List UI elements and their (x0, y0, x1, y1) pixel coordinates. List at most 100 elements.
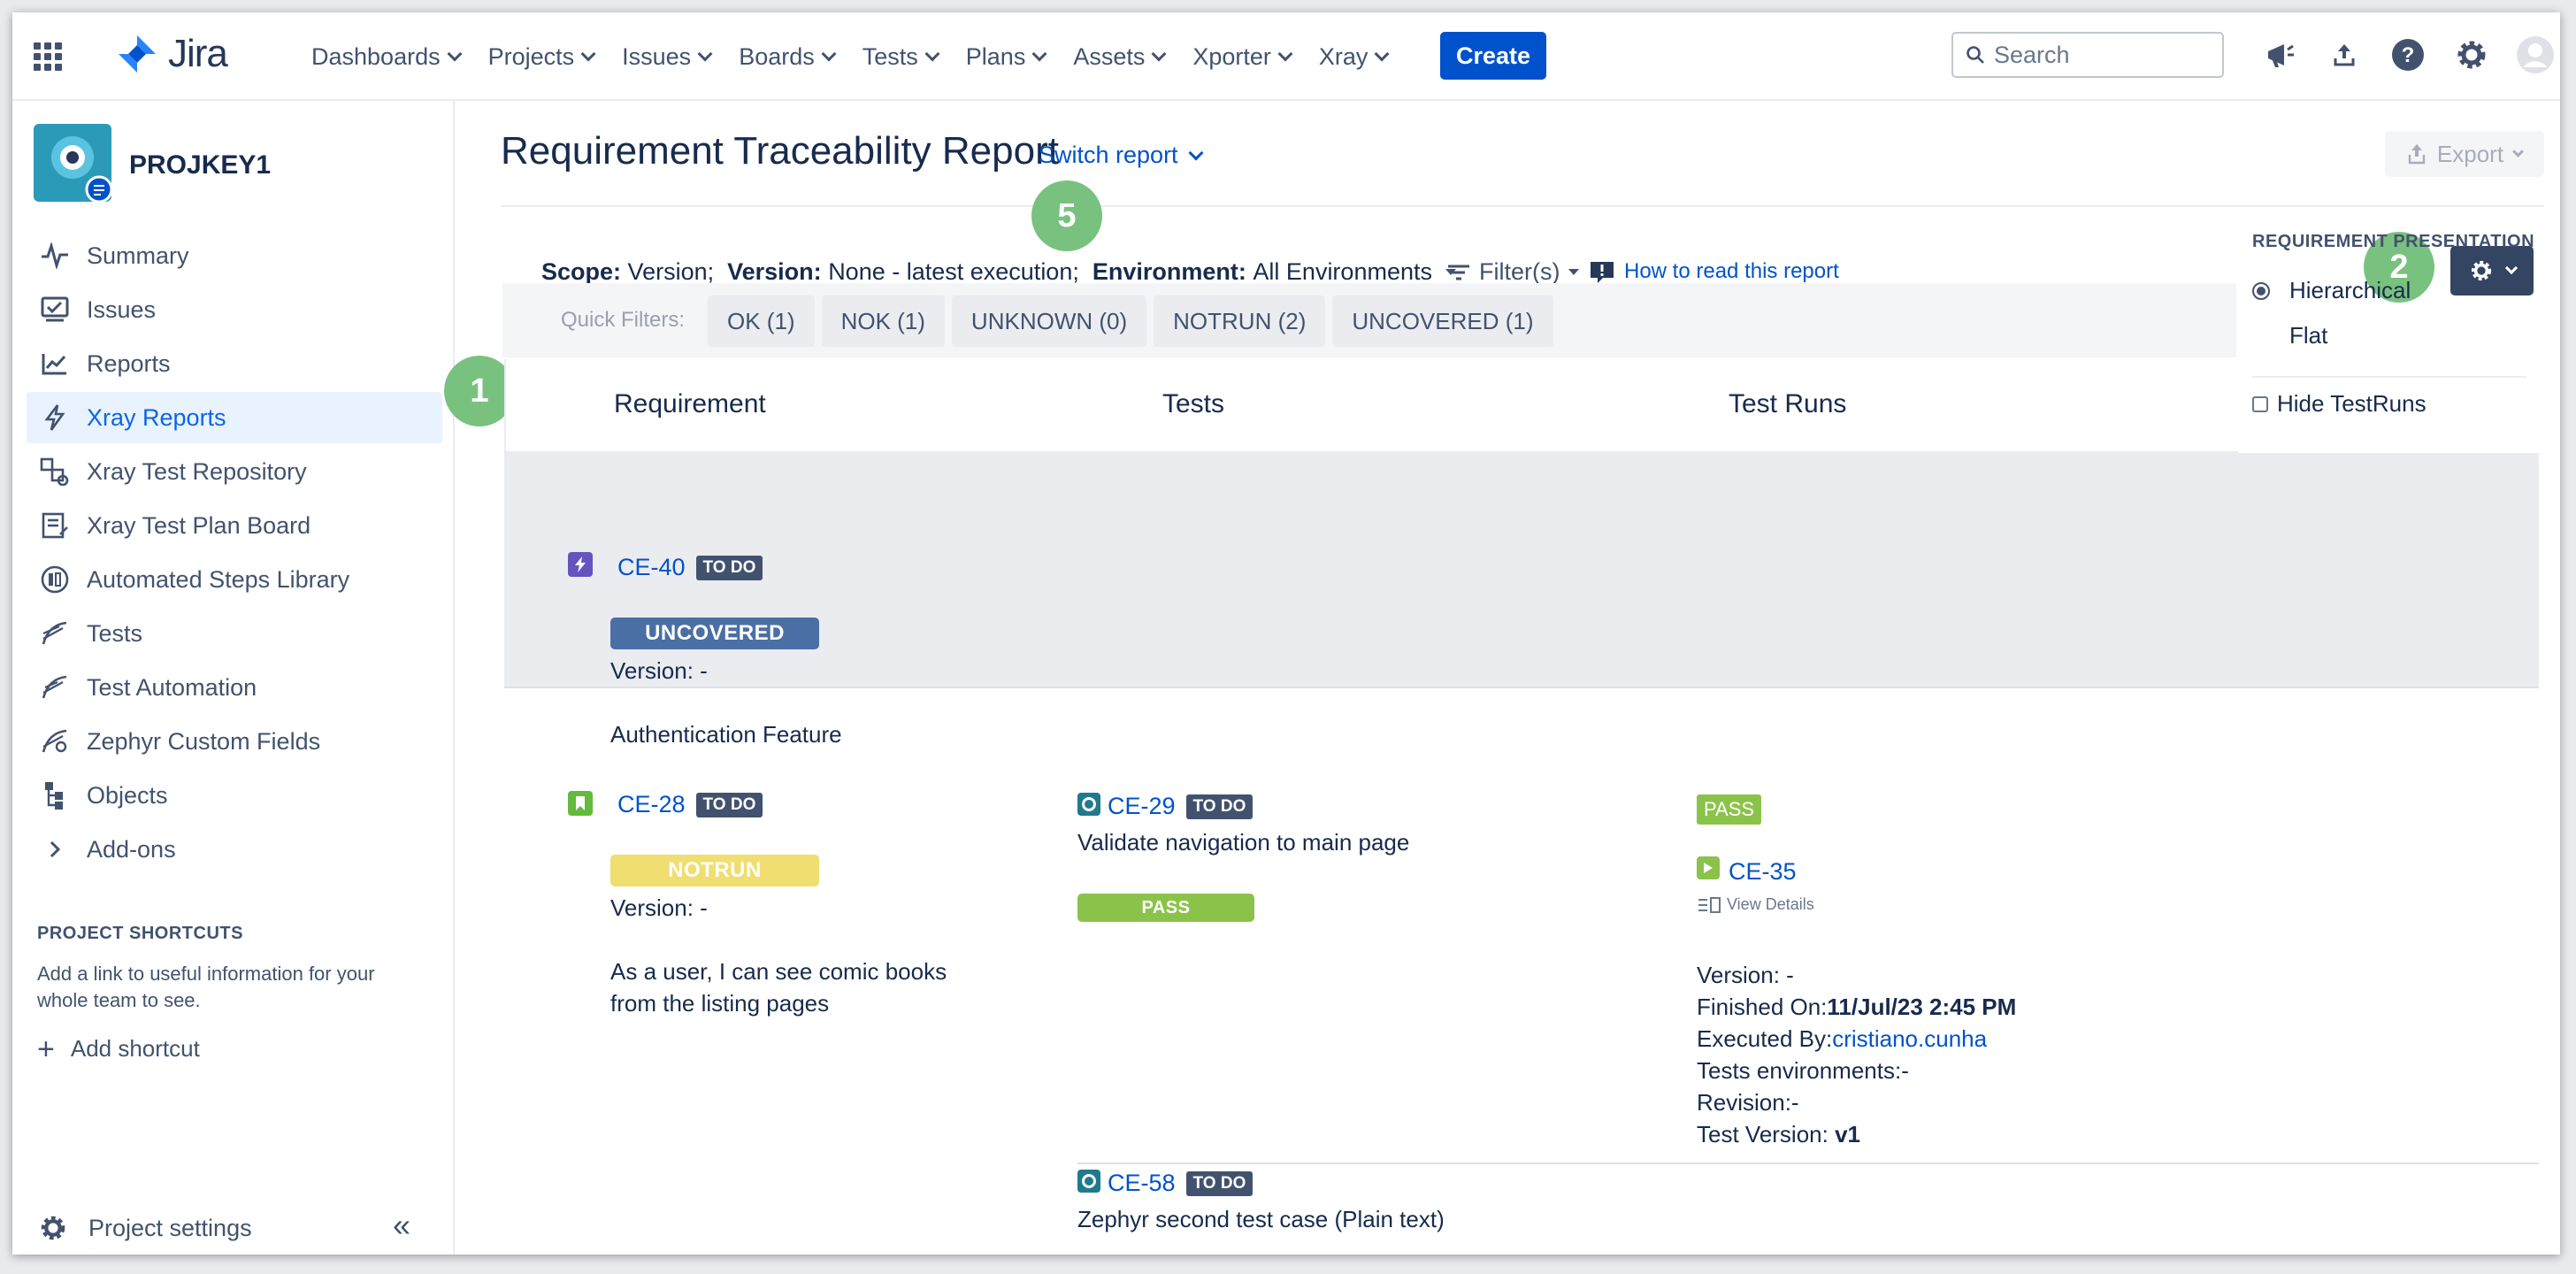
report-scope: Scope: Version; Version: None - latest e… (541, 258, 1457, 286)
search-placeholder: Search (1994, 41, 2070, 68)
requirement-version: Version: - (610, 894, 708, 921)
switch-report-link[interactable]: Switch report (1039, 142, 1204, 169)
menu-projects[interactable]: Projects (474, 37, 609, 76)
how-to-read-label: How to read this report (1624, 259, 1839, 283)
sidebar-item-label: Tests (87, 619, 143, 647)
jira-logo-icon (119, 35, 156, 73)
sidebar-item-label: Issues (87, 295, 157, 323)
column-requirement[interactable]: Requirement (614, 389, 766, 419)
chevron-down-icon (697, 46, 713, 62)
coverage-status-badge: NOTRUN (610, 855, 819, 886)
menu-label: Xporter (1192, 42, 1271, 70)
run-revision: Revision:- (1697, 1089, 1799, 1116)
sidebar-item-issues[interactable]: Issues (27, 284, 442, 335)
menu-tests[interactable]: Tests (848, 37, 952, 76)
menu-label: Xray (1318, 42, 1368, 70)
app-switcher-icon[interactable] (34, 42, 62, 71)
issue-key-link[interactable]: CE-29 (1108, 793, 1176, 819)
chevron-down-icon (1188, 145, 1204, 160)
svg-text:?: ? (2402, 43, 2415, 67)
menu-xporter[interactable]: Xporter (1178, 37, 1305, 76)
column-tests[interactable]: Tests (1162, 389, 1224, 419)
issue-key-link[interactable]: CE-40 (617, 554, 686, 580)
issue-key-link[interactable]: CE-35 (1729, 858, 1797, 885)
sidebar-item-objects[interactable]: Objects (27, 770, 442, 821)
project-settings-label: Project settings (88, 1214, 252, 1241)
filters-dropdown[interactable]: Filter(s) (1447, 258, 1580, 286)
panel-divider (2252, 376, 2526, 378)
settings-gear-icon[interactable] (2450, 34, 2493, 76)
search-input[interactable]: Search (1951, 32, 2224, 78)
caret-down-icon (1568, 268, 1580, 275)
quick-filter-nok[interactable]: NOK (1) (821, 295, 945, 347)
notifications-megaphone-icon[interactable] (2259, 34, 2302, 76)
radio-selected[interactable] (2252, 281, 2270, 300)
option-hierarchical[interactable]: Hierarchical (2252, 277, 2535, 304)
issue-key-link[interactable]: CE-58 (1108, 1170, 1176, 1196)
sidebar-item-tests[interactable]: Tests (27, 608, 442, 659)
run-environments: Tests environments:- (1697, 1057, 1909, 1084)
chevron-down-icon (1151, 46, 1167, 62)
environment-selector[interactable]: Environment: All Environments (1092, 258, 1457, 286)
run-version: Version: - (1697, 962, 1794, 988)
export-button[interactable]: Export (2385, 131, 2544, 177)
sidebar-item-xray-reports[interactable]: Xray Reports (27, 392, 442, 443)
requirement-ce-28: CE-28 TO DO (617, 791, 763, 818)
version-value: None - latest execution; (828, 258, 1079, 285)
quick-filter-uncovered[interactable]: UNCOVERED (1) (1332, 295, 1553, 347)
requirement-ce-40: CE-40 TO DO (617, 554, 763, 581)
test-execution-icon (1697, 856, 1720, 879)
how-to-read-link[interactable]: How to read this report (1589, 258, 1839, 285)
shortcuts-description: Add a link to useful information for you… (37, 963, 375, 1011)
sidebar-item-label: Summary (87, 242, 189, 269)
menu-dashboards[interactable]: Dashboards (297, 37, 474, 76)
test-result-badge: PASS (1077, 894, 1254, 922)
hide-testruns-option[interactable]: Hide TestRuns (2252, 390, 2535, 418)
status-badge: TO DO (1185, 794, 1254, 819)
jira-logo[interactable]: Jira (117, 32, 228, 76)
status-badge: TO DO (1185, 1171, 1254, 1196)
chevron-down-icon (580, 46, 596, 62)
column-test-runs[interactable]: Test Runs (1729, 389, 1846, 419)
menu-plans[interactable]: Plans (952, 37, 1060, 76)
callout-5: 5 (1031, 180, 1102, 251)
quick-filter-ok[interactable]: OK (1) (708, 295, 815, 347)
upload-icon[interactable] (2323, 34, 2365, 76)
menu-label: Issues (622, 42, 692, 70)
chevron-down-icon (821, 46, 837, 62)
quick-filters: OK (1) NOK (1) UNKNOWN (0) NOTRUN (2) UN… (708, 295, 1553, 347)
chevron-down-icon (924, 46, 940, 62)
sidebar-item-add-ons[interactable]: Add-ons (27, 824, 442, 875)
menu-issues[interactable]: Issues (608, 37, 724, 76)
quick-filter-notrun[interactable]: NOTRUN (2) (1154, 295, 1326, 347)
sidebar-item-zephyr-custom-fields[interactable]: Zephyr Custom Fields (27, 716, 442, 767)
add-shortcut-label: Add shortcut (70, 1035, 200, 1062)
hide-testruns-checkbox[interactable] (2252, 395, 2268, 412)
issue-key-link[interactable]: CE-28 (617, 791, 686, 817)
project-settings-link[interactable]: Project settings (37, 1212, 252, 1244)
option-flat[interactable]: Flat (2252, 322, 2535, 349)
title-divider (501, 205, 2544, 207)
xray-reports-icon (39, 402, 71, 434)
sidebar-item-reports[interactable]: Reports (27, 338, 442, 389)
info-book-icon (1591, 262, 1614, 283)
menu-label: Assets (1073, 42, 1146, 70)
sidebar-item-xray-test-plan-board[interactable]: Xray Test Plan Board (27, 500, 442, 551)
help-icon[interactable]: ? (2387, 34, 2429, 76)
executed-by-user-link[interactable]: cristiano.cunha (1832, 1025, 1987, 1052)
sidebar-item-automated-steps-library[interactable]: Automated Steps Library (27, 554, 442, 605)
create-button[interactable]: Create (1440, 32, 1546, 80)
environment-label: Environment: (1092, 258, 1246, 285)
menu-xray[interactable]: Xray (1305, 37, 1402, 76)
menu-boards[interactable]: Boards (724, 37, 848, 76)
sidebar-item-summary[interactable]: Summary (27, 230, 442, 281)
user-avatar[interactable] (2514, 34, 2557, 76)
sidebar-item-xray-test-repository[interactable]: Xray Test Repository (27, 446, 442, 497)
test-automation-icon (39, 672, 71, 703)
sidebar-item-test-automation[interactable]: Test Automation (27, 662, 442, 713)
collapse-sidebar-icon[interactable]: « (393, 1207, 410, 1244)
quick-filter-unknown[interactable]: UNKNOWN (0) (951, 295, 1147, 347)
menu-assets[interactable]: Assets (1059, 37, 1178, 76)
view-details-link[interactable]: View Details (1697, 895, 1814, 914)
add-shortcut-link[interactable]: + Add shortcut (37, 1034, 200, 1064)
